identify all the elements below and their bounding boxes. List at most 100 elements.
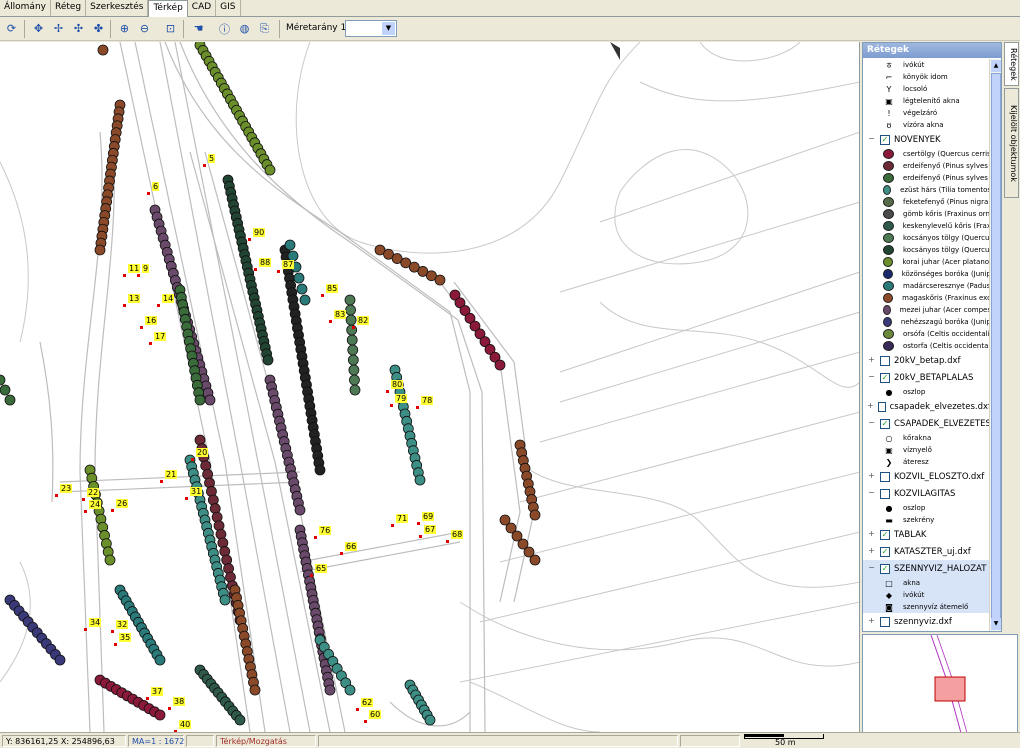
side-tabs: Rétegek Kijelölt objektumok <box>1002 42 1020 242</box>
layer-group[interactable]: + KOZVIL_ELOSZTO.dxf <box>863 468 991 485</box>
collapse-icon[interactable]: − <box>867 419 876 428</box>
layer-label: SZENNYVIZ_HALOZAT <box>894 563 987 574</box>
tab-4[interactable]: CAD <box>188 0 217 16</box>
layer-checkbox[interactable]: ✓ <box>880 418 890 429</box>
move-cross-icon[interactable]: ✣ <box>70 20 87 37</box>
scroll-thumb[interactable] <box>991 73 1001 619</box>
layer-checkbox[interactable]: ✓ <box>880 529 890 540</box>
collapse-icon[interactable]: − <box>867 135 876 144</box>
tree-marker <box>97 44 109 56</box>
layer-group[interactable]: − ✓ NOVENYEK <box>863 131 991 148</box>
tree-marker <box>344 294 356 306</box>
chevron-down-icon[interactable]: ▼ <box>382 22 395 35</box>
hand-icon[interactable]: ☚ <box>190 20 207 37</box>
collapse-icon[interactable]: − <box>867 489 876 498</box>
legend-item: ○ kőrakna <box>863 432 991 444</box>
tree-symbol-icon <box>883 185 892 195</box>
legend-item: mezei juhar (Acer compes <box>863 304 991 316</box>
layer-checkbox[interactable]: ✓ <box>880 546 890 557</box>
tab-3[interactable]: Térkép <box>148 0 188 17</box>
map-number-label: 20 <box>196 448 209 457</box>
scale-select[interactable]: ▼ <box>345 20 397 37</box>
legend-item: ezüst hárs (Tilia tomentos <box>863 184 991 196</box>
layer-group[interactable]: + ✓ KATASZTER_uj.dxf <box>863 543 991 560</box>
coords-readout: Y: 836161,25 X: 254896,63 <box>2 735 126 747</box>
move-all-icon[interactable]: ✤ <box>90 20 107 37</box>
scroll-down-icon[interactable]: ▼ <box>991 618 1001 630</box>
layers-scrollbar[interactable]: ▲ ▼ <box>989 59 1001 631</box>
layer-checkbox[interactable] <box>880 488 890 499</box>
legend-item: ʊ vízóra akna <box>863 119 991 131</box>
pan-icon[interactable]: ✥ <box>30 20 47 37</box>
export-icon[interactable]: ⎘ <box>256 20 273 37</box>
legend-label: locsoló <box>903 85 928 93</box>
scroll-up-icon[interactable]: ▲ <box>991 60 1001 72</box>
layer-label: NOVENYEK <box>894 134 941 145</box>
map-number-label: 80 <box>391 380 404 389</box>
tree-marker <box>434 274 446 286</box>
legend-label: ostorfa (Celtis occidental <box>903 342 991 350</box>
legend-symbol-icon: ● <box>885 387 893 397</box>
legend-label: kőrakna <box>903 434 932 442</box>
legend-symbol-icon: ● <box>885 503 893 513</box>
expand-icon[interactable]: + <box>867 472 876 481</box>
layer-group[interactable]: + csapadek_elvezetes.dxf <box>863 398 991 415</box>
tree-symbol-icon <box>883 341 894 351</box>
map-number-label: 82 <box>357 316 370 325</box>
tab-retegek[interactable]: Rétegek <box>1004 42 1019 86</box>
legend-label: kocsányos tölgy (Quercu <box>903 246 990 254</box>
status-empty-3 <box>680 735 740 747</box>
legend-item: nehézszagú boróka (Junip <box>863 316 991 328</box>
layer-checkbox[interactable] <box>880 355 890 366</box>
tree-symbol-icon <box>883 149 894 159</box>
map-marker <box>123 304 126 307</box>
expand-icon[interactable]: + <box>867 617 876 626</box>
tree-symbol-icon <box>883 293 894 303</box>
legend-item: keskenylevelű kőris (Frax <box>863 220 991 232</box>
map-marker <box>149 342 152 345</box>
layer-group[interactable]: +20kV_betap.dxf <box>863 352 991 369</box>
legend-item: madárcseresznye (Padus <box>863 280 991 292</box>
tree-marker <box>94 244 106 256</box>
info-icon[interactable]: ⓘ <box>216 20 233 37</box>
expand-icon[interactable]: + <box>867 547 876 556</box>
zoom-extent-icon[interactable]: ⊡ <box>162 20 179 37</box>
map-number-label: 21 <box>165 470 178 479</box>
refresh-icon[interactable]: ⟳ <box>3 20 20 37</box>
expand-icon[interactable]: + <box>867 530 876 539</box>
layer-checkbox[interactable]: ✓ <box>880 372 890 383</box>
layer-checkbox[interactable] <box>880 471 890 482</box>
layer-group[interactable]: − ✓ SZENNYVIZ_HALOZAT <box>863 560 991 577</box>
map-number-label: 16 <box>145 316 158 325</box>
zoom-in-icon[interactable]: ⊕ <box>116 20 133 37</box>
collapse-icon[interactable]: − <box>867 373 876 382</box>
layer-checkbox[interactable] <box>877 401 886 412</box>
collapse-icon[interactable]: − <box>867 564 876 573</box>
layer-checkbox[interactable]: ✓ <box>880 563 890 574</box>
tab-0[interactable]: Állomány <box>0 0 51 16</box>
map-marker <box>140 326 143 329</box>
layer-checkbox[interactable] <box>880 616 890 627</box>
layer-group[interactable]: − ✓ 20kV_BETAPLALAS <box>863 369 991 386</box>
expand-icon[interactable]: + <box>867 402 874 411</box>
move-icon[interactable]: ✢ <box>50 20 67 37</box>
map-marker <box>137 274 140 277</box>
tab-1[interactable]: Réteg <box>51 0 87 16</box>
globe-icon[interactable]: ◍ <box>236 20 253 37</box>
tab-5[interactable]: GIS <box>216 0 241 16</box>
map-canvas[interactable]: 5 6 90 88 87 11 9 85 13 14 16 83 82 17 80 79 78 20 21 23 22 3… <box>0 42 860 732</box>
layer-label: csapadek_elvezetes.dxf <box>889 401 991 412</box>
tab-2[interactable]: Szerkesztés <box>86 0 149 16</box>
legend-label: közönséges boróka (Junip <box>901 270 991 278</box>
overview-map[interactable] <box>862 634 1018 734</box>
layer-group[interactable]: + szennyviz.dxf <box>863 613 991 630</box>
layer-group[interactable]: + ✓ TABLAK <box>863 526 991 543</box>
layer-checkbox[interactable]: ✓ <box>880 134 890 145</box>
layer-group[interactable]: − KOZVILAGITAS <box>863 485 991 502</box>
map-marker <box>391 524 394 527</box>
expand-icon[interactable]: + <box>867 356 876 365</box>
zoom-out-icon[interactable]: ⊖ <box>136 20 153 37</box>
legend-item: ◙ szennyvíz átemelő <box>863 601 991 613</box>
layer-group[interactable]: − ✓ CSAPADEK_ELVEZETES <box>863 415 991 432</box>
tab-kijelolt-objektumok[interactable]: Kijelölt objektumok <box>1004 88 1019 198</box>
